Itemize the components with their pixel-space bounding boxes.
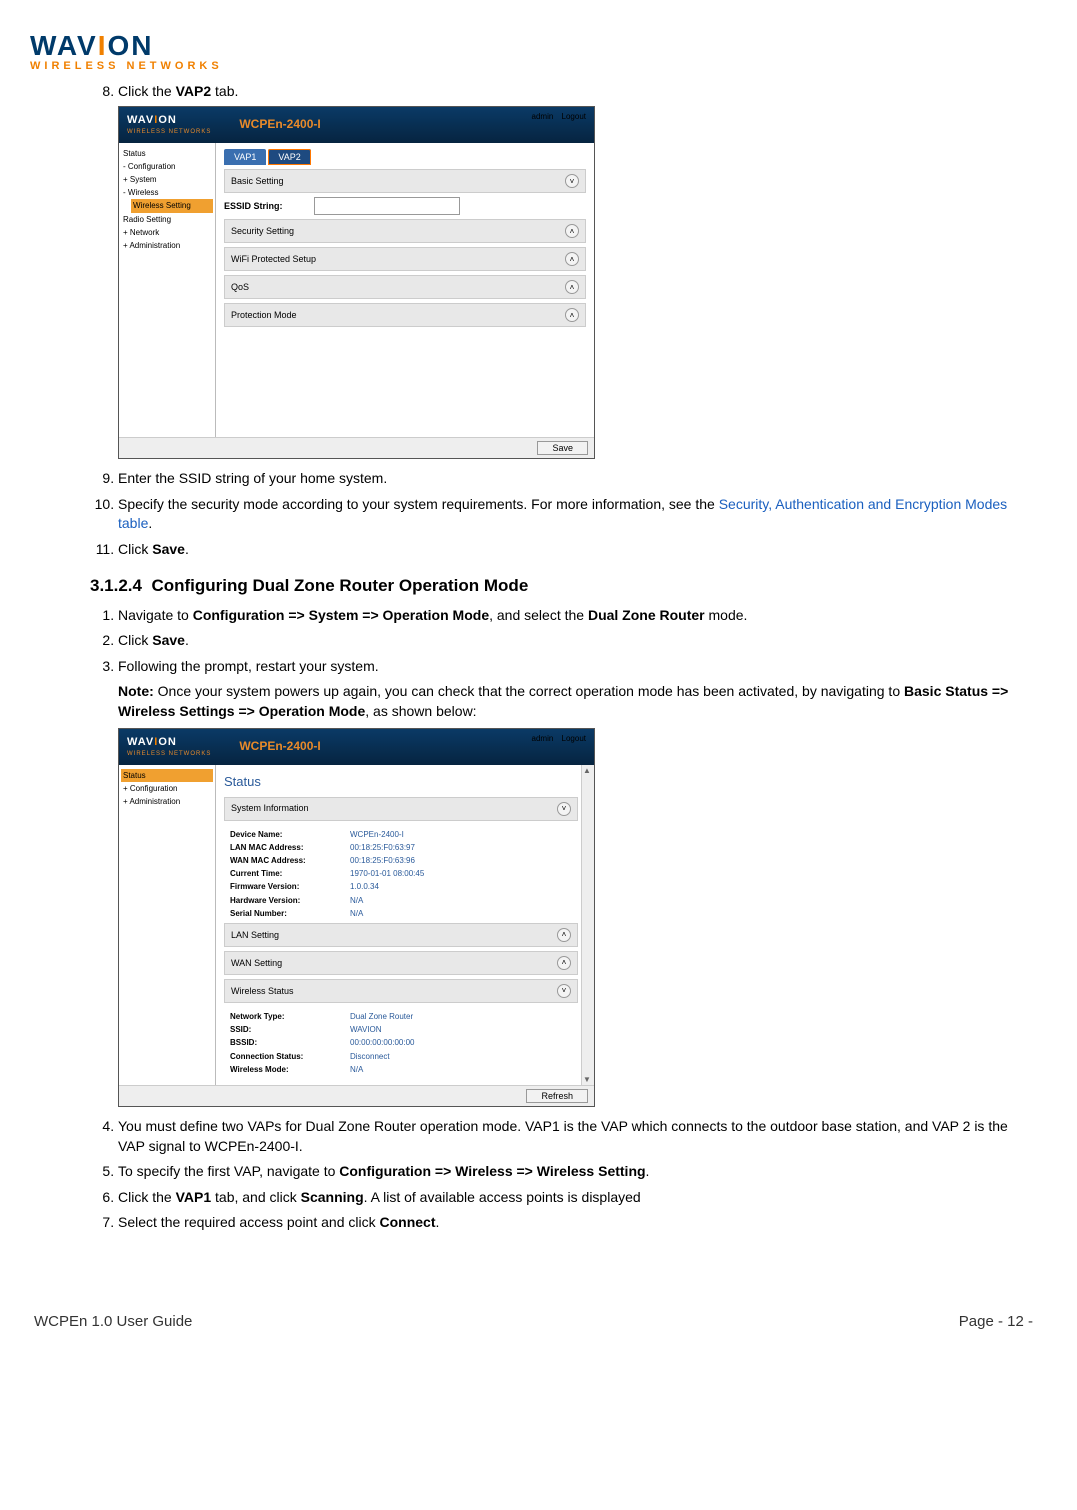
- sysinfo-block: Device Name:WCPEn-2400-I LAN MAC Address…: [224, 825, 578, 923]
- side-wireless-setting[interactable]: Wireless Setting: [131, 199, 213, 212]
- side-admin[interactable]: + Administration: [121, 795, 213, 808]
- step-b1: Navigate to Configuration => System => O…: [118, 606, 1037, 626]
- logout-link[interactable]: Logout: [562, 734, 586, 743]
- panel-qos[interactable]: QoS˄: [224, 275, 586, 299]
- logo-part2: ON: [107, 30, 153, 61]
- panel-protection[interactable]: Protection Mode˄: [224, 303, 586, 327]
- logout-link[interactable]: Logout: [562, 112, 586, 121]
- essid-input[interactable]: [314, 197, 460, 215]
- footer-page: Page - 12 -: [959, 1313, 1033, 1330]
- user-label: admin: [532, 734, 554, 743]
- panel-sysinfo[interactable]: System Information˅: [224, 797, 578, 821]
- side-status[interactable]: Status: [121, 147, 213, 160]
- ss-header: WAVION WIRELESS NETWORKS WCPEn-2400-I: [119, 729, 594, 765]
- ss-footer: Refresh: [119, 1085, 594, 1106]
- panel-security[interactable]: Security Setting˄: [224, 219, 586, 243]
- side-network[interactable]: + Network: [121, 226, 213, 239]
- side-system[interactable]: + System: [121, 173, 213, 186]
- user-bar: admin Logout: [526, 733, 587, 744]
- side-admin[interactable]: + Administration: [121, 239, 213, 252]
- step-11: Click Save.: [118, 540, 1037, 560]
- footer-title: WCPEn 1.0 User Guide: [34, 1313, 192, 1330]
- device-title: WCPEn-2400-I: [239, 116, 320, 133]
- brand-logo: WAVION WIRELESS NETWORKS: [30, 30, 1037, 72]
- main-panel: VAP1 VAP2 Basic Setting˅ ESSID String: S…: [216, 143, 594, 438]
- chevron-down-icon: ˅: [557, 802, 571, 816]
- panel-lan[interactable]: LAN Setting˄: [224, 923, 578, 947]
- side-config[interactable]: + Configuration: [121, 782, 213, 795]
- step-b7: Select the required access point and cli…: [118, 1213, 1037, 1233]
- page-footer: WCPEn 1.0 User Guide Page - 12 -: [30, 1313, 1037, 1330]
- sidebar: Status - Configuration + System - Wirele…: [119, 143, 216, 438]
- note-label: Note:: [118, 683, 154, 699]
- tab-vap1[interactable]: VAP1: [224, 149, 266, 166]
- status-title: Status: [224, 773, 578, 791]
- essid-row: ESSID String:: [224, 197, 586, 215]
- ss-footer: Save: [119, 437, 594, 458]
- chevron-icon: ˄: [565, 308, 579, 322]
- screenshot-vap-config: admin Logout WAVION WIRELESS NETWORKS WC…: [118, 106, 595, 460]
- steps-list-b: Navigate to Configuration => System => O…: [90, 606, 1037, 1233]
- step-8: Click the VAP2 tab. admin Logout WAVION …: [118, 82, 1037, 459]
- panel-wireless-status[interactable]: Wireless Status˅: [224, 979, 578, 1003]
- device-title: WCPEn-2400-I: [239, 738, 320, 755]
- step-b3: Following the prompt, restart your syste…: [118, 657, 1037, 1107]
- side-config[interactable]: - Configuration: [121, 160, 213, 173]
- wstatus-block: Network Type:Dual Zone Router SSID:WAVIO…: [224, 1007, 578, 1079]
- step-10: Specify the security mode according to y…: [118, 495, 1037, 534]
- logo-subtitle: WIRELESS NETWORKS: [30, 60, 1037, 72]
- chevron-down-icon: ˅: [557, 984, 571, 998]
- ss-logo: WAVION: [127, 113, 211, 128]
- panel-basic[interactable]: Basic Setting˅: [224, 169, 586, 193]
- steps-list-a: Click the VAP2 tab. admin Logout WAVION …: [90, 82, 1037, 560]
- side-status[interactable]: Status: [121, 769, 213, 782]
- step-b5: To specify the first VAP, navigate to Co…: [118, 1162, 1037, 1182]
- chevron-down-icon: ˅: [565, 174, 579, 188]
- essid-label: ESSID String:: [224, 200, 314, 213]
- chevron-icon: ˄: [565, 224, 579, 238]
- step-9: Enter the SSID string of your home syste…: [118, 469, 1037, 489]
- step-b6: Click the VAP1 tab, and click Scanning. …: [118, 1188, 1037, 1208]
- scrollbar[interactable]: [581, 765, 594, 1085]
- tab-vap2[interactable]: VAP2: [268, 149, 310, 166]
- ss-logo-sub: WIRELESS NETWORKS: [127, 128, 211, 136]
- main-panel: Status System Information˅ Device Name:W…: [216, 765, 594, 1085]
- side-wireless[interactable]: - Wireless: [121, 186, 213, 199]
- save-button[interactable]: Save: [537, 441, 588, 455]
- sidebar: Status + Configuration + Administration: [119, 765, 216, 1085]
- panel-wps[interactable]: WiFi Protected Setup˄: [224, 247, 586, 271]
- ss-header: WAVION WIRELESS NETWORKS WCPEn-2400-I: [119, 107, 594, 143]
- screenshot-status: admin Logout WAVION WIRELESS NETWORKS WC…: [118, 728, 595, 1107]
- chevron-icon: ˄: [557, 956, 571, 970]
- chevron-icon: ˄: [565, 280, 579, 294]
- ss-logo: WAVION: [127, 735, 211, 750]
- user-bar: admin Logout: [526, 111, 587, 122]
- refresh-button[interactable]: Refresh: [526, 1089, 588, 1103]
- step-b2: Click Save.: [118, 631, 1037, 651]
- panel-wan[interactable]: WAN Setting˄: [224, 951, 578, 975]
- step-b4: You must define two VAPs for Dual Zone R…: [118, 1117, 1037, 1156]
- user-label: admin: [532, 112, 554, 121]
- section-heading: 3.1.2.4 Configuring Dual Zone Router Ope…: [90, 576, 1037, 596]
- chevron-icon: ˄: [565, 252, 579, 266]
- chevron-icon: ˄: [557, 928, 571, 942]
- logo-part1: WAV: [30, 30, 98, 61]
- side-radio[interactable]: Radio Setting: [121, 213, 213, 226]
- ss-logo-sub: WIRELESS NETWORKS: [127, 750, 211, 758]
